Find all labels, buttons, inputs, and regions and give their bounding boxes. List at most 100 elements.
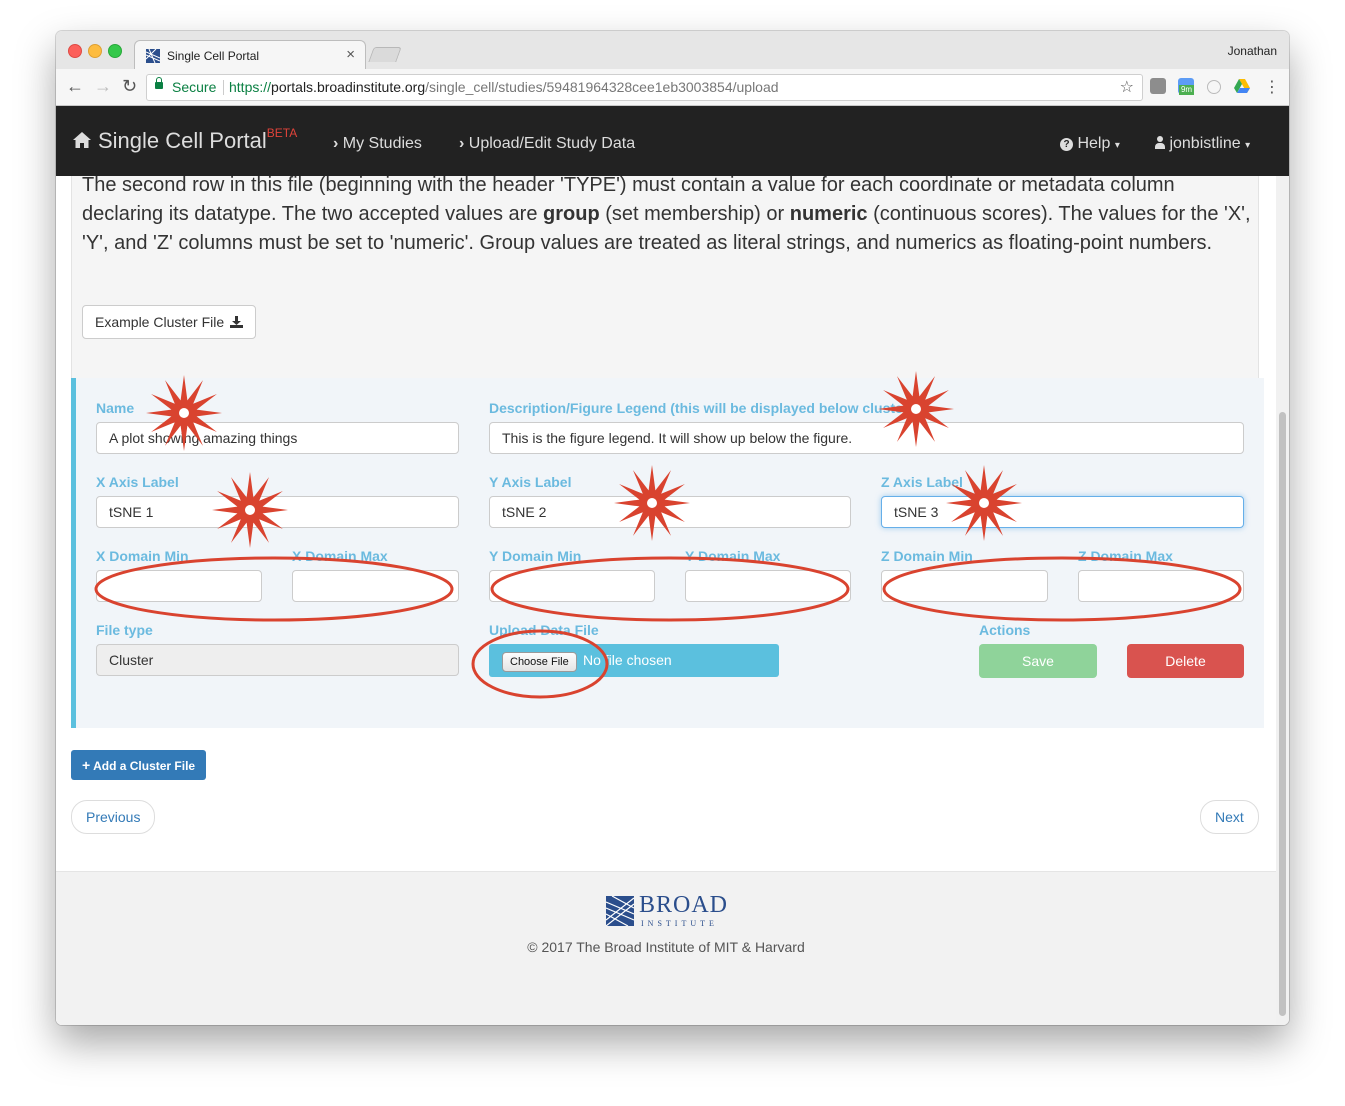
brand-link[interactable]: Single Cell PortalBETA [72, 126, 298, 154]
site-navbar: Single Cell PortalBETA › My Studies › Up… [56, 106, 1289, 176]
y-axis-label: Y Axis Label [489, 474, 572, 490]
x-domain-max-label: X Domain Max [292, 548, 388, 564]
description-input[interactable]: This is the figure legend. It will show … [489, 422, 1244, 454]
help-dropdown[interactable]: ? Help ▾ [1060, 135, 1120, 153]
bookmark-star-icon[interactable]: ☆ [1120, 75, 1134, 100]
actions-label: Actions [979, 622, 1031, 638]
profile-name[interactable]: Jonathan [1228, 44, 1277, 58]
instructions-part-2: (set membership) or [599, 203, 790, 225]
z-domain-max-input[interactable] [1078, 570, 1244, 602]
y-domain-max-input[interactable] [685, 570, 851, 602]
x-axis-label: X Axis Label [96, 474, 179, 490]
broad-favicon-icon [146, 49, 160, 63]
save-button[interactable]: Save [979, 644, 1097, 678]
close-window-button[interactable] [68, 44, 82, 58]
broad-mark-icon [606, 896, 634, 926]
caret-down-icon: ▾ [1245, 140, 1251, 151]
instructions-text: The second row in this file (beginning w… [82, 176, 1252, 258]
z-axis-input[interactable]: tSNE 3 [881, 496, 1244, 528]
z-axis-label: Z Axis Label [881, 474, 963, 490]
y-domain-max-label: Y Domain Max [685, 548, 781, 564]
z-domain-min-input[interactable] [881, 570, 1048, 602]
zoom-window-button[interactable] [108, 44, 122, 58]
calendar-extension-icon[interactable]: 9m [1178, 78, 1194, 95]
home-icon [73, 132, 91, 148]
y-domain-min-input[interactable] [489, 570, 655, 602]
minimize-window-button[interactable] [88, 44, 102, 58]
next-button[interactable]: Next [1200, 800, 1259, 834]
nav-my-studies[interactable]: › My Studies [333, 135, 422, 153]
nav-upload-edit-label: Upload/Edit Study Data [468, 135, 636, 152]
copyright-text: © 2017 The Broad Institute of MIT & Harv… [527, 939, 805, 955]
file-upload-field[interactable]: Choose File No file chosen [489, 644, 779, 677]
name-label: Name [96, 400, 135, 416]
z-domain-max-label: Z Domain Max [1078, 548, 1173, 564]
url-host: portals.broadinstitute.org [271, 79, 426, 95]
y-axis-input[interactable]: tSNE 2 [489, 496, 851, 528]
extension-icon[interactable] [1150, 78, 1166, 94]
forward-icon[interactable]: → [94, 76, 112, 97]
file-status-text: No file chosen [583, 652, 672, 668]
nav-upload-edit[interactable]: › Upload/Edit Study Data [459, 135, 635, 153]
nav-my-studies-label: My Studies [342, 135, 422, 152]
page-scrollbar[interactable] [1276, 176, 1289, 1025]
beta-badge: BETA [266, 126, 298, 140]
file-type-label: File type [96, 622, 153, 638]
x-domain-min-input[interactable] [96, 570, 262, 602]
google-drive-icon[interactable] [1234, 78, 1250, 94]
user-icon [1155, 136, 1165, 149]
tab-strip: Single Cell Portal × Jonathan [56, 31, 1289, 70]
instructions-group-term: group [543, 203, 600, 225]
file-type-input: Cluster [96, 644, 459, 676]
plus-icon: + [82, 757, 91, 773]
example-cluster-file-label: Example Cluster File [95, 314, 225, 330]
delete-button[interactable]: Delete [1127, 644, 1244, 678]
broad-logo[interactable]: BROAD INSTITUTE [606, 892, 727, 930]
clock-extension-icon[interactable] [1207, 80, 1221, 94]
browser-window: Single Cell Portal × Jonathan ← → ↻ Secu… [56, 31, 1289, 1025]
address-separator [223, 80, 224, 95]
name-input[interactable]: A plot showing amazing things [96, 422, 459, 454]
tab-single-cell-portal[interactable]: Single Cell Portal × [134, 40, 366, 70]
x-domain-min-label: X Domain Min [96, 548, 189, 564]
scrollbar-thumb[interactable] [1279, 412, 1286, 1016]
example-cluster-file-button[interactable]: Example Cluster File [82, 305, 257, 339]
browser-toolbar: ← → ↻ Secure https://portals.broadinstit… [56, 69, 1289, 106]
address-bar[interactable]: Secure https://portals.broadinstitute.or… [146, 74, 1143, 101]
broad-logo-word: BROAD [639, 892, 729, 918]
brand-title: Single Cell Portal [98, 128, 267, 153]
choose-file-button[interactable]: Choose File [502, 652, 577, 672]
add-cluster-file-button[interactable]: + Add a Cluster File [71, 750, 207, 780]
url-path: /single_cell/studies/59481964328cee1eb30… [425, 79, 779, 95]
instructions-well: The second row in this file (beginning w… [71, 176, 1259, 388]
url-protocol: https:// [229, 79, 272, 95]
browser-menu-icon[interactable]: ⋮ [1264, 77, 1280, 97]
previous-button[interactable]: Previous [71, 800, 156, 834]
download-icon [230, 316, 244, 328]
back-icon[interactable]: ← [66, 76, 84, 97]
caret-down-icon: ▾ [1114, 140, 1120, 151]
page-footer: BROAD INSTITUTE © 2017 The Broad Institu… [56, 871, 1276, 1025]
chevron-right-icon: › [459, 135, 465, 152]
instructions-numeric-term: numeric [789, 203, 868, 225]
question-circle-icon: ? [1060, 138, 1073, 151]
y-domain-min-label: Y Domain Min [489, 548, 582, 564]
x-domain-max-input[interactable] [292, 570, 459, 602]
broad-logo-subtitle: INSTITUTE [641, 919, 718, 928]
description-label: Description/Figure Legend (this will be … [489, 400, 909, 416]
new-tab-button[interactable] [368, 47, 402, 62]
reload-icon[interactable]: ↻ [122, 76, 137, 97]
help-label: Help [1077, 135, 1111, 152]
x-axis-input[interactable]: tSNE 1 [96, 496, 459, 528]
chevron-right-icon: › [333, 135, 339, 152]
add-cluster-file-label: Add a Cluster File [93, 759, 196, 773]
calendar-badge: 9m [1179, 85, 1194, 95]
secure-label: Secure [172, 79, 217, 95]
user-name: jonbistline [1169, 135, 1241, 152]
page-content: The second row in this file (beginning w… [56, 176, 1276, 1025]
url-text: https://portals.broadinstitute.org/singl… [229, 75, 779, 100]
lock-icon [155, 77, 163, 89]
z-domain-min-label: Z Domain Min [881, 548, 973, 564]
user-dropdown[interactable]: jonbistline ▾ [1155, 135, 1250, 153]
tab-close-icon[interactable]: × [346, 46, 355, 63]
